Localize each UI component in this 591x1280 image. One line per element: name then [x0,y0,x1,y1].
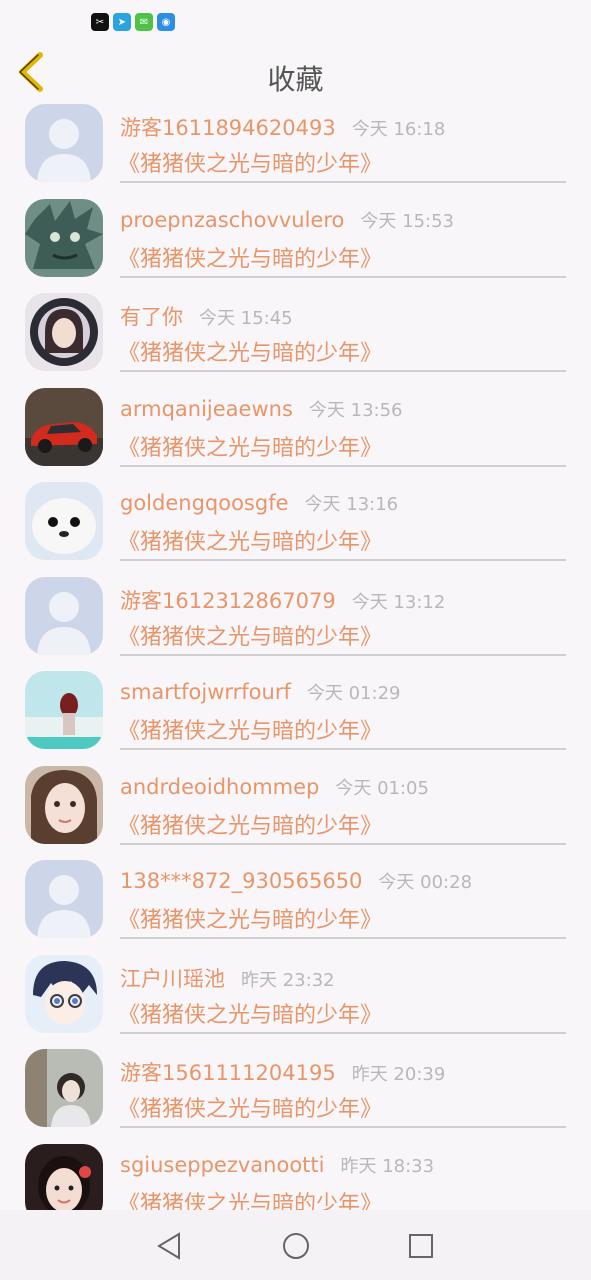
video-title-link[interactable]: 《猪猪侠之光与暗的少年》 [118,430,382,462]
user-line: andrdeoidhommep 今天 01:05 [120,774,429,804]
user-line: 游客1561111204195 昨天 20:39 [120,1057,445,1087]
timestamp: 今天 15:53 [360,210,454,232]
timestamp: 昨天 20:39 [351,1064,446,1085]
list-item[interactable]: sgiuseppezvanootti 昨天 18:33 《猪猪侠之光与暗的少年》 [0,1136,591,1211]
list-item[interactable]: goldengqoosgfe 今天 13:16 《猪猪侠之光与暗的少年》 [0,474,591,568]
video-title-link[interactable]: 《猪猪侠之光与暗的少年》 [118,335,382,367]
timestamp: 今天 01:29 [306,683,401,704]
divider [120,275,566,278]
list-item[interactable]: andrdeoidhommep 今天 01:05 《猪猪侠之光与暗的少年》 [0,758,591,852]
red-car-avatar[interactable] [25,387,103,466]
user-line: armqanijeaewns 今天 13:56 [120,396,403,426]
video-title-link[interactable]: 《猪猪侠之光与暗的少年》 [118,902,382,934]
default-avatar[interactable] [25,860,103,938]
divider [120,1031,566,1034]
username[interactable]: 游客1561111204195 [120,1057,336,1087]
user-line: smartfojwrrfourf 今天 01:29 [120,679,400,709]
timestamp: 今天 16:18 [351,119,446,140]
default-avatar[interactable] [25,576,103,655]
divider [120,937,566,939]
green-monster-avatar[interactable] [25,198,103,277]
timestamp: 今天 00:28 [378,872,473,893]
user-line: goldengqoosgfe 今天 13:16 [120,490,398,520]
wechat-icon: ✉ [135,13,153,31]
list-item[interactable]: smartfojwrrfourf 今天 01:29 《猪猪侠之光与暗的少年》 [0,663,591,757]
user-line: 游客1611894620493 今天 16:18 [120,112,445,142]
username[interactable]: 有了你 [120,301,183,331]
divider [120,181,566,183]
timestamp: 今天 13:12 [351,591,446,613]
video-title-link[interactable]: 《猪猪侠之光与暗的少年》 [118,1091,382,1123]
username[interactable]: 游客1611894620493 [120,112,336,142]
timestamp: 今天 01:05 [335,777,429,799]
video-title-link[interactable]: 《猪猪侠之光与暗的少年》 [118,524,382,556]
divider [120,1126,566,1128]
woman-outdoor-avatar[interactable] [25,1049,103,1127]
user-line: 游客1612312867079 今天 13:12 [120,585,445,615]
video-title-link[interactable]: 《猪猪侠之光与暗的少年》 [118,997,382,1029]
status-bar: ✂ ➤ ✉ ◉ [0,0,591,44]
video-title-link[interactable]: 《猪猪侠之光与暗的少年》 [118,808,382,840]
page-title: 收藏 [267,63,324,96]
divider [120,464,566,467]
beach-girl-avatar[interactable] [25,671,103,749]
square-recents-icon[interactable] [405,1230,437,1262]
capcut-icon: ✂ [91,13,109,31]
default-avatar[interactable] [25,104,103,182]
list-item[interactable]: proepnzaschovvulero 今天 15:53 《猪猪侠之光与暗的少年》 [0,191,591,285]
hotspot-icon: ◉ [157,13,175,31]
divider [120,370,566,372]
timestamp: 昨天 23:32 [241,969,335,991]
girl-portrait-avatar[interactable] [25,293,103,371]
user-line: proepnzaschovvulero 今天 15:53 [120,207,454,237]
divider [120,842,566,845]
circle-home-icon[interactable] [280,1230,312,1262]
username[interactable]: goldengqoosgfe [120,491,289,515]
list-item[interactable]: armqanijeaewns 今天 13:56 《猪猪侠之光与暗的少年》 [0,380,591,474]
video-title-link[interactable]: 《猪猪侠之光与暗的少年》 [118,146,382,178]
notification-icons: ✂ ➤ ✉ ◉ [91,13,175,31]
list-item[interactable]: 游客1561111204195 昨天 20:39 《猪猪侠之光与暗的少年》 [0,1041,591,1135]
video-title-link[interactable]: 《猪猪侠之光与暗的少年》 [118,619,382,651]
username[interactable]: 江户川瑶池 [120,963,225,993]
triangle-back-icon[interactable] [153,1230,185,1262]
favorites-list[interactable]: 游客1611894620493 今天 16:18 《猪猪侠之光与暗的少年》 proe… [0,96,591,1210]
child-avatar[interactable] [25,1143,103,1210]
timestamp: 今天 13:16 [304,494,399,515]
telegram-icon: ➤ [113,13,131,31]
seal-avatar[interactable] [25,482,103,560]
timestamp: 昨天 18:33 [340,1155,435,1177]
video-title-link[interactable]: 《猪猪侠之光与暗的少年》 [118,1186,382,1211]
user-line: 江户川瑶池 昨天 23:32 [120,963,335,993]
user-line: sgiuseppezvanootti 昨天 18:33 [120,1152,434,1182]
divider [120,653,566,656]
video-title-link[interactable]: 《猪猪侠之光与暗的少年》 [118,241,382,273]
video-title-link[interactable]: 《猪猪侠之光与暗的少年》 [118,713,382,745]
list-item[interactable]: 游客1611894620493 今天 16:18 《猪猪侠之光与暗的少年》 [0,96,591,190]
username[interactable]: sgiuseppezvanootti [120,1153,324,1177]
woman-face-avatar[interactable] [25,765,103,844]
username[interactable]: 游客1612312867079 [120,585,336,615]
username[interactable]: proepnzaschovvulero [120,208,344,232]
user-line: 138***872_930565650 今天 00:28 [120,868,472,898]
username[interactable]: 138***872_930565650 [120,869,362,893]
divider [120,559,566,561]
username[interactable]: smartfojwrrfourf [120,680,291,704]
user-line: 有了你 今天 15:45 [120,301,293,331]
list-item[interactable]: 138***872_930565650 今天 00:28 《猪猪侠之光与暗的少年》 [0,852,591,946]
list-item[interactable]: 有了你 今天 15:45 《猪猪侠之光与暗的少年》 [0,285,591,379]
timestamp: 今天 13:56 [308,399,403,421]
list-item[interactable]: 江户川瑶池 昨天 23:32 《猪猪侠之光与暗的少年》 [0,947,591,1041]
divider [120,748,566,750]
username[interactable]: andrdeoidhommep [120,775,319,799]
timestamp: 今天 15:45 [199,308,293,329]
list-item[interactable]: 游客1612312867079 今天 13:12 《猪猪侠之光与暗的少年》 [0,569,591,663]
username[interactable]: armqanijeaewns [120,397,293,421]
anime-boy-avatar[interactable] [25,954,103,1033]
system-nav-bar [0,1210,591,1280]
